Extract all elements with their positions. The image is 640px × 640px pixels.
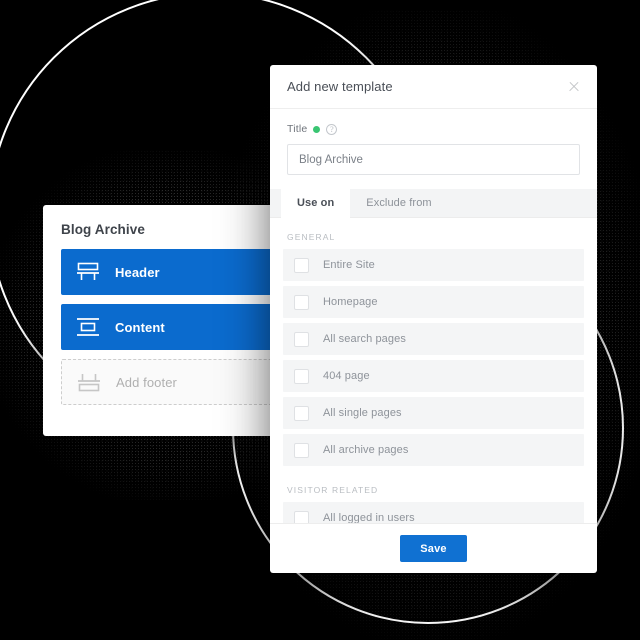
checkbox[interactable] bbox=[294, 405, 309, 421]
checkbox[interactable] bbox=[294, 368, 309, 384]
list-item[interactable]: All logged in users bbox=[283, 502, 584, 523]
list-item-label: All search pages bbox=[323, 333, 406, 345]
list-item[interactable]: 404 page bbox=[283, 360, 584, 392]
section-row-header[interactable]: Header bbox=[61, 249, 288, 295]
list-item-label: 404 page bbox=[323, 370, 370, 382]
help-icon[interactable]: ? bbox=[326, 123, 338, 135]
list-item[interactable]: All search pages bbox=[283, 323, 584, 355]
modal-footer: Save bbox=[270, 523, 597, 573]
add-template-modal: Add new template Title ? Use on Exclude … bbox=[270, 65, 597, 573]
list-item[interactable]: All single pages bbox=[283, 397, 584, 429]
modal-header: Add new template bbox=[270, 65, 597, 109]
section-label: Content bbox=[115, 319, 165, 335]
title-field-label-row: Title ? bbox=[287, 123, 580, 135]
checkbox[interactable] bbox=[294, 257, 309, 273]
template-structure-card: Blog Archive Header Content Add footer bbox=[43, 205, 288, 436]
checkbox[interactable] bbox=[294, 510, 309, 523]
add-footer-button[interactable]: Add footer bbox=[61, 359, 288, 405]
group-label-visitor-related: VISITOR RELATED bbox=[287, 485, 379, 495]
content-layout-icon bbox=[77, 318, 99, 336]
checkbox[interactable] bbox=[294, 442, 309, 458]
checkbox[interactable] bbox=[294, 331, 309, 347]
list-item-label: All archive pages bbox=[323, 444, 409, 456]
list-item[interactable]: Homepage bbox=[283, 286, 584, 318]
section-list: Header Content Add footer bbox=[43, 237, 288, 405]
list-item-label: All logged in users bbox=[323, 512, 415, 523]
conditions-list: GENERAL Entire Site Homepage All search … bbox=[270, 218, 597, 523]
modal-title: Add new template bbox=[287, 79, 393, 94]
checkbox[interactable] bbox=[294, 294, 309, 310]
save-button[interactable]: Save bbox=[400, 535, 467, 562]
tab-strip: Use on Exclude from bbox=[270, 189, 597, 218]
tab-use-on[interactable]: Use on bbox=[281, 189, 351, 218]
page-title: Blog Archive bbox=[61, 222, 145, 237]
footer-layout-icon bbox=[78, 374, 100, 392]
required-dot-icon bbox=[313, 125, 321, 133]
list-item-label: Homepage bbox=[323, 296, 378, 308]
title-input[interactable] bbox=[287, 144, 580, 175]
group-label-general: GENERAL bbox=[287, 232, 336, 242]
close-icon[interactable] bbox=[567, 80, 581, 94]
list-item[interactable]: Entire Site bbox=[283, 249, 584, 281]
list-item[interactable]: All archive pages bbox=[283, 434, 584, 466]
section-row-content[interactable]: Content bbox=[61, 304, 288, 350]
header-layout-icon bbox=[77, 262, 99, 280]
title-field-label: Title bbox=[287, 123, 308, 135]
section-label: Add footer bbox=[116, 374, 177, 390]
list-item-label: Entire Site bbox=[323, 259, 375, 271]
section-label: Header bbox=[115, 264, 160, 280]
tab-exclude-from[interactable]: Exclude from bbox=[350, 189, 447, 218]
list-item-label: All single pages bbox=[323, 407, 402, 419]
title-field-block: Title ? bbox=[270, 109, 597, 189]
